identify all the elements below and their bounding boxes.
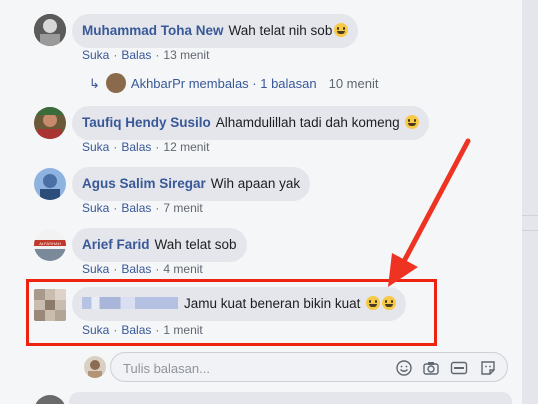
comment-bubble: Jamu kuat beneran bikin kuat <box>72 287 407 321</box>
comment-author[interactable]: Agus Salim Siregar <box>82 176 206 191</box>
like-button[interactable]: Suka <box>82 323 109 337</box>
comment-author[interactable]: Arief Farid <box>82 237 150 252</box>
avatar[interactable] <box>34 14 66 46</box>
timestamp[interactable]: 4 menit <box>163 262 202 276</box>
avatar <box>84 356 106 378</box>
avatar[interactable] <box>34 289 66 321</box>
comment-actions: Suka · Balas · 7 menit <box>82 201 203 215</box>
grinning-icon <box>366 296 381 310</box>
avatar <box>105 73 126 93</box>
reply-arrow-icon: ↳ <box>89 76 100 91</box>
avatar[interactable] <box>34 168 66 200</box>
timestamp[interactable]: 7 menit <box>163 201 202 215</box>
comment-bubble <box>69 392 512 404</box>
timestamp[interactable]: 1 menit <box>163 323 202 337</box>
comment-text: Wah telat sob <box>154 237 237 252</box>
timestamp: 10 menit <box>328 76 379 91</box>
avatar[interactable]: ALFATIHAH <box>34 229 66 261</box>
reply-button[interactable]: Balas <box>121 323 151 337</box>
redacted-author-name <box>82 297 178 309</box>
reply-input[interactable] <box>123 359 383 377</box>
sticker-icon[interactable] <box>479 359 497 377</box>
like-button[interactable]: Suka <box>82 262 109 276</box>
like-button[interactable]: Suka <box>82 48 109 62</box>
like-button[interactable]: Suka <box>82 201 109 215</box>
grin-icon <box>405 115 420 129</box>
avatar[interactable] <box>34 107 66 139</box>
reply-button[interactable]: Balas <box>121 201 151 215</box>
comment-bubble: Arief Farid Wah telat sob <box>72 228 247 262</box>
grinning-icon <box>382 296 397 310</box>
right-scroll-strip <box>522 0 538 404</box>
comment-text: Wah telat nih sob <box>228 23 333 38</box>
comment-author[interactable]: Muhammad Toha New <box>82 23 224 38</box>
camera-icon[interactable] <box>422 359 440 377</box>
reply-thread-text[interactable]: AkhbarPr membalas · 1 balasan <box>131 76 317 91</box>
comment-bubble: Agus Salim Siregar Wih apaan yak <box>72 167 311 201</box>
comment-author[interactable]: Taufiq Hendy Susilo <box>82 115 211 130</box>
reply-button[interactable]: Balas <box>121 48 151 62</box>
timestamp[interactable]: 13 menit <box>163 48 209 62</box>
gif-icon[interactable] <box>450 359 468 377</box>
reply-button[interactable]: Balas <box>121 140 151 154</box>
timestamp[interactable]: 12 menit <box>163 140 209 154</box>
comment-actions: Suka · Balas · 4 menit <box>82 262 203 276</box>
like-button[interactable]: Suka <box>82 140 109 154</box>
grin-icon <box>334 23 349 37</box>
emoji-icon[interactable] <box>395 359 413 377</box>
comment-text: Alhamdulillah tadi dah komeng <box>215 115 400 130</box>
reply-button[interactable]: Balas <box>121 262 151 276</box>
comment-text: Wih apaan yak <box>210 176 301 191</box>
comment-text: Jamu kuat beneran bikin kuat <box>184 296 361 311</box>
view-replies-link[interactable]: ↳ AkhbarPr membalas · 1 balasan 10 menit <box>89 73 378 93</box>
comment-actions: Suka · Balas · 1 menit <box>82 323 203 337</box>
comment-bubble: Muhammad Toha New Wah telat nih sob <box>72 14 359 48</box>
reply-composer <box>110 352 508 382</box>
comment-actions: Suka · Balas · 12 menit <box>82 140 210 154</box>
avatar-badge-text: ALFATIHAH <box>39 241 61 246</box>
comment-bubble: Taufiq Hendy Susilo Alhamdulillah tadi da… <box>72 106 430 140</box>
comment-actions: Suka · Balas · 13 menit <box>82 48 210 62</box>
annotation-arrow-icon <box>388 138 471 287</box>
